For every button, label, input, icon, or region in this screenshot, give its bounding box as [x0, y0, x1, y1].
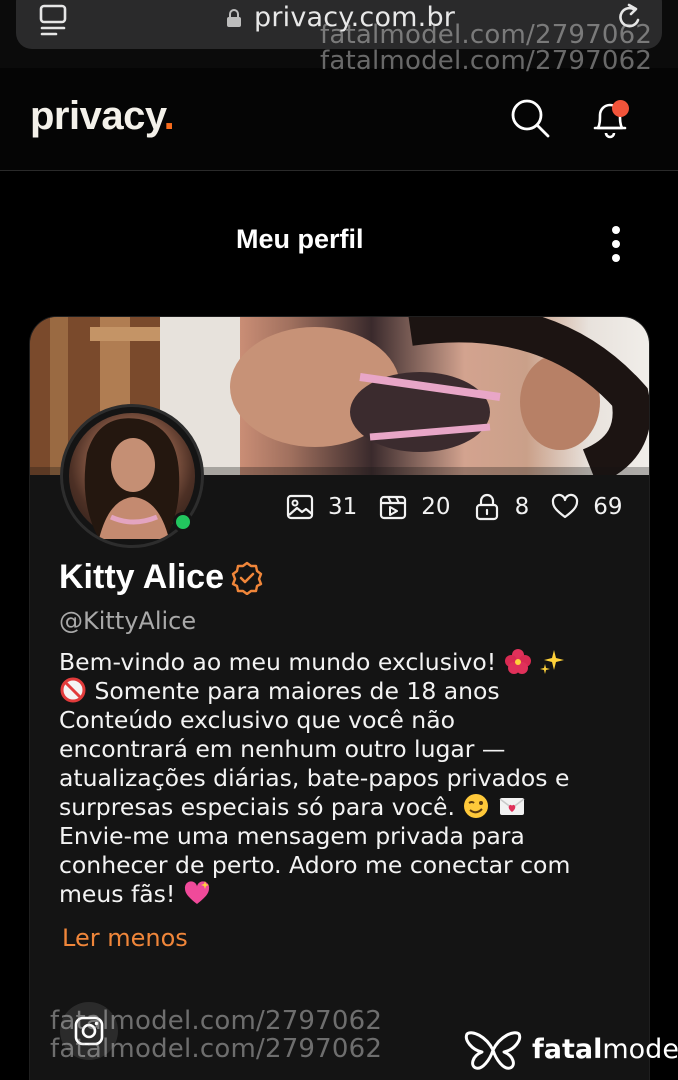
watermark-text: fatalmodel.com/2797062: [50, 1006, 383, 1036]
bio-line: encontrará em nenhum outro lugar —: [59, 735, 506, 763]
app-header: privacy.: [0, 68, 678, 171]
bio-line: Envie-me uma mensagem privada para: [59, 822, 525, 850]
bio-line: atualizações diárias, bate-papos privado…: [59, 764, 570, 792]
bio-line: meus fãs!: [59, 880, 639, 909]
search-icon[interactable]: [510, 98, 550, 138]
screen: privacy.com.br privacy. Meu perfil 31 20…: [0, 0, 678, 1080]
bio-line: conhecer de perto. Adoro me conectar com: [59, 851, 571, 879]
winking-face-emoji-icon: [464, 794, 489, 818]
watermark-brand: fatalmodel: [464, 1028, 678, 1070]
stat-likes[interactable]: 69: [551, 493, 622, 521]
profile-bio: Bem-vindo ao meu mundo exclusivo! Soment…: [59, 648, 639, 909]
profile-name-row: Kitty Alice: [59, 558, 264, 597]
privacy-logo[interactable]: privacy.: [30, 94, 175, 139]
locked-count: 8: [514, 494, 530, 520]
padlock-icon: [475, 493, 498, 521]
watermark-text: fatalmodel.com/2797062: [50, 1034, 383, 1064]
hibiscus-emoji-icon: [504, 649, 531, 674]
no-under-18-emoji-icon: [60, 677, 86, 703]
profile-name: Kitty Alice: [59, 558, 225, 596]
lock-icon: [227, 9, 241, 27]
page-title: Meu perfil: [236, 224, 364, 254]
bio-line: Bem-vindo ao meu mundo exclusivo!: [59, 648, 639, 677]
bio-line: Conteúdo exclusivo que você não: [59, 706, 455, 734]
stat-locked[interactable]: 8: [473, 493, 530, 521]
bio-line: surpresas especiais só para você.: [59, 793, 639, 822]
butterfly-logo-icon: [464, 1031, 522, 1070]
videos-count: 20: [421, 494, 451, 520]
more-options-icon[interactable]: [606, 222, 626, 266]
online-status-dot: [173, 512, 193, 532]
heart-icon: [552, 493, 579, 519]
bio-line: Somente para maiores de 18 anos: [59, 677, 639, 706]
verified-badge-icon: [231, 561, 263, 595]
read-less-link[interactable]: Ler menos: [62, 924, 188, 952]
tabs-icon[interactable]: [38, 4, 68, 36]
watermark-brand-text: fatalmodel: [532, 1033, 678, 1065]
sparkling-heart-emoji-icon: [184, 881, 209, 904]
image-icon: [286, 494, 314, 520]
profile-stats: 31 20 8 69: [286, 490, 622, 524]
profile-handle: @KittyAlice: [59, 607, 197, 635]
sparkles-emoji-icon: [540, 650, 565, 674]
video-icon: [380, 495, 407, 520]
love-letter-emoji-icon: [499, 798, 525, 815]
stat-videos[interactable]: 20: [379, 493, 451, 521]
stat-photos[interactable]: 31: [286, 493, 357, 521]
likes-count: 69: [593, 494, 623, 520]
notification-badge: [612, 100, 629, 117]
watermark-text: fatalmodel.com/2797062: [320, 46, 653, 76]
photos-count: 31: [328, 494, 358, 520]
